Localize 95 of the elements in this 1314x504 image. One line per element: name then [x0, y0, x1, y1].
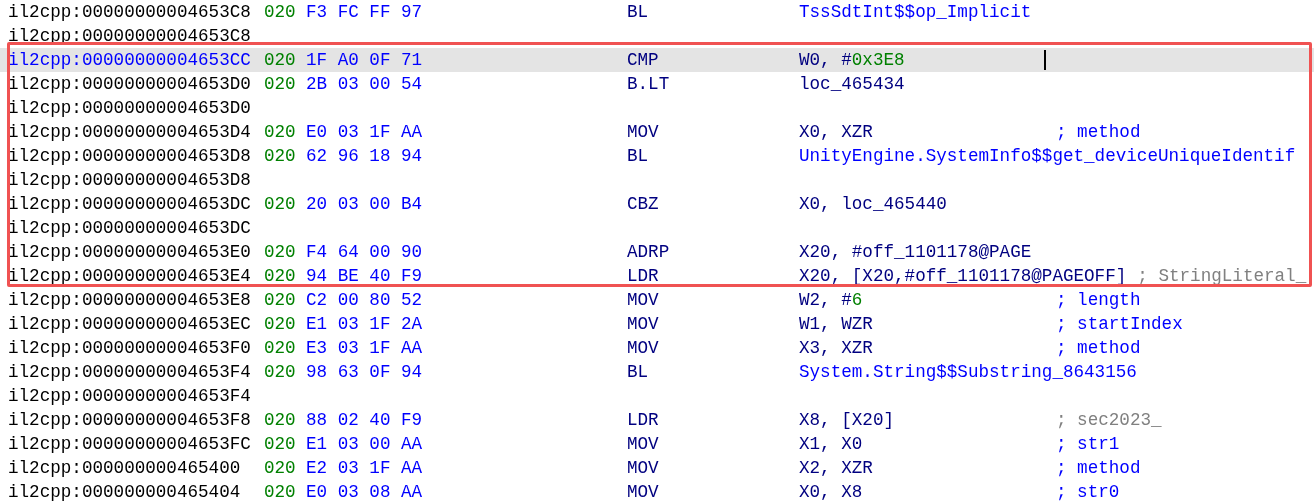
address-text: il2cpp:00000000004653DC [8, 194, 251, 214]
opcode-bytes: 98 63 0F 94 [306, 362, 423, 382]
segment-text: 020 [264, 434, 296, 454]
comment-text: ; method [1056, 457, 1141, 480]
opcode-bytes: 2B 03 00 54 [306, 74, 423, 94]
mnemonic-text: BL [627, 146, 649, 166]
opcode-bytes: 88 02 40 F9 [306, 410, 423, 430]
opcode-bytes: C2 00 80 52 [306, 290, 423, 310]
comment-text: ; StringLiteral_ [1137, 265, 1307, 288]
address-text: il2cpp:00000000004653EC [8, 314, 251, 334]
operand-text: System.String$$Substring_8643156 [799, 362, 1137, 382]
comment-text: ; startIndex [1056, 313, 1183, 336]
segment-text: 020 [264, 314, 296, 334]
comment-text: ; length [1056, 289, 1141, 312]
operand-text: W2, #6 [799, 290, 863, 310]
segment-text: 020 [264, 338, 296, 358]
address-text: il2cpp:00000000004653CC [8, 50, 251, 70]
address-text: il2cpp:00000000004653E4 [8, 266, 251, 286]
operand-text: X3, XZR [799, 338, 873, 358]
opcode-bytes: E2 03 1F AA [306, 458, 423, 478]
comment-text: ; str1 [1056, 433, 1120, 456]
operand-text: X0, XZR [799, 122, 873, 142]
operand-text: W1, WZR [799, 314, 873, 334]
selected-line-highlight[interactable]: il2cpp:00000000004653CC 020 1F A0 0F 71 CMP W0, #0x3E8 [0, 48, 1314, 72]
mnemonic-text: MOV [627, 290, 659, 310]
mnemonic-text: MOV [627, 482, 659, 502]
operand-text: TssSdtInt$$op_Implicit [799, 2, 1032, 22]
mnemonic-text: BL [627, 2, 649, 22]
mnemonic-text: CBZ [627, 194, 659, 214]
mnemonic-text: MOV [627, 314, 659, 334]
opcode-bytes: 1F A0 0F 71 [306, 50, 423, 70]
mnemonic-text: MOV [627, 458, 659, 478]
opcode-bytes: F4 64 00 90 [306, 242, 423, 262]
mnemonic-text: B.LT [627, 74, 670, 94]
opcode-bytes: E0 03 08 AA [306, 482, 423, 502]
opcode-bytes: 20 03 00 B4 [306, 194, 423, 214]
segment-text: 020 [264, 2, 296, 22]
opcode-bytes: F3 FC FF 97 [306, 2, 423, 22]
mnemonic-text: ADRP [627, 242, 670, 262]
opcode-bytes: E1 03 00 AA [306, 434, 423, 454]
segment-text: 020 [264, 50, 296, 70]
operand-text: X8, [X20] [799, 410, 895, 430]
operand-text: UnityEngine.SystemInfo$$get_deviceUniqueIdentif [799, 146, 1296, 166]
segment-text: 020 [264, 194, 296, 214]
address-text: il2cpp:00000000004653D8 [8, 146, 251, 166]
segment-text: 020 [264, 122, 296, 142]
segment-text: 020 [264, 146, 296, 166]
segment-text: 020 [264, 290, 296, 310]
address-text: il2cpp:00000000004653F4 [8, 362, 251, 382]
address-text: il2cpp:00000000004653DC [8, 218, 251, 238]
address-text: il2cpp:00000000004653E8 [8, 290, 251, 310]
operand-text: W0, #0x3E8 [799, 50, 905, 70]
segment-text: 020 [264, 410, 296, 430]
segment-text: 020 [264, 242, 296, 262]
address-text: il2cpp:00000000004653F4 [8, 386, 251, 406]
opcode-bytes: E0 03 1F AA [306, 122, 423, 142]
operand-text: X20, [X20,#off_1101178@PAGEOFF] [799, 266, 1127, 286]
mnemonic-text: MOV [627, 434, 659, 454]
address-text: il2cpp:00000000004653C8 [8, 26, 251, 46]
opcode-bytes: 62 96 18 94 [306, 146, 423, 166]
operand-text: loc_465434 [799, 74, 905, 94]
opcode-bytes: 94 BE 40 F9 [306, 266, 423, 286]
mnemonic-text: BL [627, 362, 649, 382]
comment-text: ; sec2023_ [1056, 409, 1162, 432]
mnemonic-text: CMP [627, 50, 659, 70]
address-text: il2cpp:00000000004653F0 [8, 338, 251, 358]
segment-text: 020 [264, 74, 296, 94]
address-text: il2cpp:00000000004653D8 [8, 170, 251, 190]
address-text: il2cpp:000000000465400 [8, 458, 241, 478]
address-text: il2cpp:00000000004653D4 [8, 122, 251, 142]
mnemonic-text: MOV [627, 338, 659, 358]
comment-text: ; method [1056, 121, 1141, 144]
operand-text: X0, X8 [799, 482, 863, 502]
comment-text: ; str0 [1056, 481, 1120, 504]
address-text: il2cpp:00000000004653C8 [8, 2, 251, 22]
mnemonic-text: LDR [627, 410, 659, 430]
operand-text: X20, #off_1101178@PAGE [799, 242, 1032, 262]
segment-text: 020 [264, 482, 296, 502]
comment-text: ; method [1056, 337, 1141, 360]
operand-text: X2, XZR [799, 458, 873, 478]
segment-text: 020 [264, 266, 296, 286]
address-text: il2cpp:00000000004653D0 [8, 74, 251, 94]
address-text: il2cpp:000000000465404 [8, 482, 241, 502]
address-text: il2cpp:00000000004653F8 [8, 410, 251, 430]
mnemonic-text: MOV [627, 122, 659, 142]
opcode-bytes: E1 03 1F 2A [306, 314, 423, 334]
address-text: il2cpp:00000000004653FC [8, 434, 251, 454]
segment-text: 020 [264, 362, 296, 382]
operand-text: X1, X0 [799, 434, 863, 454]
segment-text: 020 [264, 458, 296, 478]
mnemonic-text: LDR [627, 266, 659, 286]
operand-text: X0, loc_465440 [799, 194, 947, 214]
address-text: il2cpp:00000000004653D0 [8, 98, 251, 118]
opcode-bytes: E3 03 1F AA [306, 338, 423, 358]
address-text: il2cpp:00000000004653E0 [8, 242, 251, 262]
